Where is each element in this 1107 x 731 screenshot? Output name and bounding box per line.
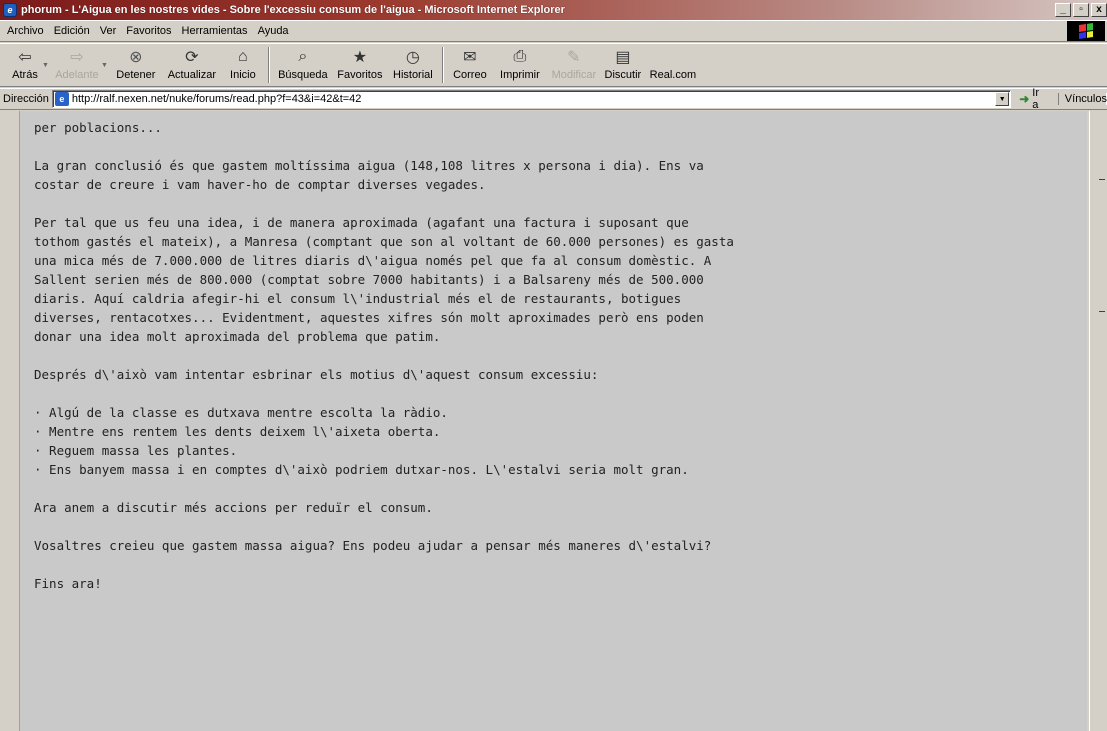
mail-button[interactable]: ✉ Correo xyxy=(448,44,492,86)
post-line-intro: per poblacions... xyxy=(34,120,162,135)
history-button[interactable]: ◷ Historial xyxy=(388,44,438,86)
toolbar-separator xyxy=(441,47,444,83)
post-paragraph: La gran conclusió és que gastem moltíssi… xyxy=(34,158,704,192)
forum-post-body: per poblacions... La gran conclusió és q… xyxy=(19,111,1087,731)
refresh-button[interactable]: ⟳ Actualizar xyxy=(162,44,222,86)
menu-ver[interactable]: Ver xyxy=(95,25,122,37)
stop-icon: ⊗ xyxy=(129,49,143,66)
internet-explorer-icon: e xyxy=(3,3,17,17)
menu-herramientas[interactable]: Herramientas xyxy=(177,25,253,37)
printer-icon: ⎙ xyxy=(513,48,527,65)
forward-button[interactable]: ⇨ Adelante xyxy=(51,44,103,86)
menu-favoritos[interactable]: Favoritos xyxy=(121,25,176,37)
menu-edicion[interactable]: Edición xyxy=(49,25,95,37)
minimize-button[interactable]: _ xyxy=(1055,3,1071,17)
post-signoff: Fins ara! xyxy=(34,576,102,591)
forward-dropdown-icon[interactable]: ▼ xyxy=(101,62,108,69)
menu-bar: Archivo Edición Ver Favoritos Herramient… xyxy=(0,20,1107,42)
maximize-button[interactable]: ▫ xyxy=(1073,3,1089,17)
menu-archivo[interactable]: Archivo xyxy=(2,25,49,37)
favorites-icon: ★ xyxy=(352,49,368,66)
forward-arrow-icon: ⇨ xyxy=(70,49,84,66)
realcom-button[interactable]: Real.com xyxy=(646,44,700,86)
back-button[interactable]: ⇦ Atrás xyxy=(6,44,44,86)
standard-toolbar: ⇦ Atrás ▼ ⇨ Adelante ▼ ⊗ Detener ⟳ Actua… xyxy=(0,43,1107,87)
back-dropdown-icon[interactable]: ▼ xyxy=(42,62,49,69)
home-button[interactable]: ⌂ Inicio xyxy=(222,44,264,86)
list-item: · Reguem massa les plantes. xyxy=(34,443,238,458)
discuss-icon: ▤ xyxy=(615,49,631,66)
go-button[interactable]: ➜ Ir a xyxy=(1019,87,1048,111)
favorites-button[interactable]: ★ Favoritos xyxy=(332,44,388,86)
search-button[interactable]: ⌕ Búsqueda xyxy=(274,44,332,86)
edit-icon: ✎ xyxy=(567,49,581,66)
mail-icon: ✉ xyxy=(463,49,477,66)
close-button[interactable]: x xyxy=(1091,3,1107,17)
page-icon: e xyxy=(54,92,69,106)
address-label: Dirección xyxy=(3,93,49,105)
stop-button[interactable]: ⊗ Detener xyxy=(110,44,162,86)
scroll-tick xyxy=(1099,179,1105,180)
scroll-tick xyxy=(1099,311,1105,312)
menu-ayuda[interactable]: Ayuda xyxy=(253,25,294,37)
post-paragraph: Després d\'això vam intentar esbrinar el… xyxy=(34,367,599,382)
back-arrow-icon: ⇦ xyxy=(18,49,32,66)
address-url[interactable]: http://ralf.nexen.net/nuke/forums/read.p… xyxy=(72,93,362,105)
discuss-button[interactable]: ▤ Discutir xyxy=(600,44,646,86)
print-button[interactable]: ⎙ Imprimir xyxy=(492,44,548,86)
go-label: Ir a xyxy=(1032,87,1040,111)
window-title: phorum - L'Aigua en les nostres vides - … xyxy=(21,4,565,16)
post-paragraph: Ara anem a discutir més accions per redu… xyxy=(34,500,433,515)
list-item: · Algú de la classe es dutxava mentre es… xyxy=(34,405,448,420)
go-arrow-icon: ➜ xyxy=(1019,92,1030,106)
links-button[interactable]: Vínculos xyxy=(1057,93,1107,105)
post-paragraph: Per tal que us feu una idea, i de manera… xyxy=(34,215,734,344)
address-input[interactable]: e http://ralf.nexen.net/nuke/forums/read… xyxy=(51,90,1012,108)
edit-button[interactable]: ✎ Modificar xyxy=(548,44,600,86)
page-viewport: per poblacions... La gran conclusió és q… xyxy=(0,111,1107,731)
windows-logo-icon xyxy=(1067,21,1105,41)
post-paragraph: Vosaltres creieu que gastem massa aigua?… xyxy=(34,538,712,553)
address-bar: Dirección e http://ralf.nexen.net/nuke/f… xyxy=(0,87,1107,111)
vertical-scrollbar[interactable] xyxy=(1089,111,1107,731)
list-item: · Mentre ens rentem les dents deixem l\'… xyxy=(34,424,441,439)
history-icon: ◷ xyxy=(405,49,420,66)
refresh-icon: ⟳ xyxy=(185,49,199,66)
realcom-icon xyxy=(662,47,684,67)
search-icon: ⌕ xyxy=(298,48,308,65)
list-item: · Ens banyem massa i en comptes d\'això … xyxy=(34,462,689,477)
home-icon: ⌂ xyxy=(238,48,248,65)
reasons-list: · Algú de la classe es dutxava mentre es… xyxy=(34,403,1073,479)
address-dropdown-icon[interactable]: ▼ xyxy=(995,92,1010,106)
toolbar-separator xyxy=(267,47,270,83)
window-title-bar[interactable]: e phorum - L'Aigua en les nostres vides … xyxy=(0,0,1107,20)
